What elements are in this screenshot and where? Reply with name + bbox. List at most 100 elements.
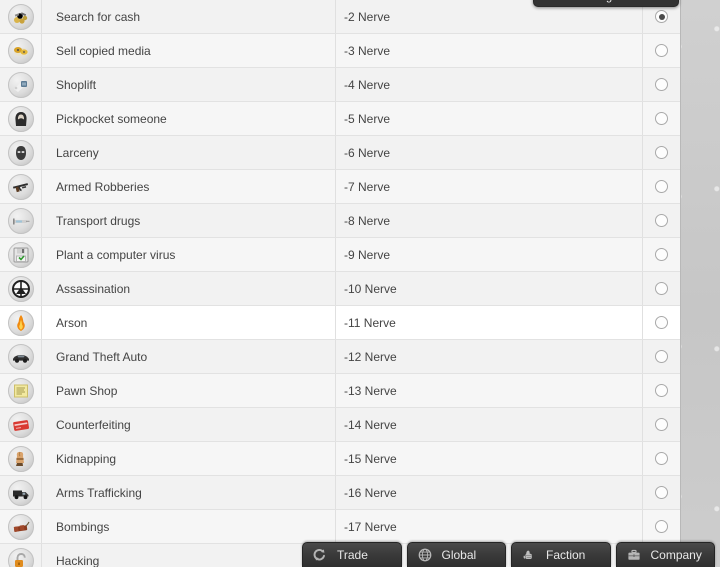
crime-radio-button[interactable] [655, 486, 668, 499]
table-row[interactable]: Pawn Shop -13 Nerve [0, 374, 680, 408]
crime-radio-button[interactable] [655, 78, 668, 91]
trade-arrows-icon [312, 547, 328, 563]
chat-tab-faction[interactable]: Faction [511, 542, 611, 567]
crime-icon-cell [0, 136, 42, 169]
flame-icon [7, 309, 34, 336]
crimes-list-panel: Search for cash -2 Nerve Sell copied media… [0, 0, 681, 567]
crime-nerve-cost: -13 Nerve [336, 374, 643, 407]
crime-select-cell[interactable] [643, 68, 680, 101]
crime-select-cell[interactable] [643, 442, 680, 475]
crime-name: Kidnapping [42, 442, 336, 475]
crime-nerve-cost: -9 Nerve [336, 238, 643, 271]
crime-select-cell[interactable] [643, 34, 680, 67]
globe-icon [417, 547, 433, 563]
sports-car-icon [7, 343, 34, 370]
table-row[interactable]: Larceny -6 Nerve [0, 136, 680, 170]
crime-select-cell[interactable] [643, 340, 680, 373]
crime-name: Assassination [42, 272, 336, 305]
crime-icon-cell [0, 476, 42, 509]
crime-nerve-cost: -14 Nerve [336, 408, 643, 441]
hooded-figure-icon [7, 105, 34, 132]
crime-nerve-cost: -8 Nerve [336, 204, 643, 237]
crime-nerve-cost: -12 Nerve [336, 340, 643, 373]
crime-name: Grand Theft Auto [42, 340, 336, 373]
crime-nerve-cost: -11 Nerve [336, 306, 643, 339]
crime-radio-button[interactable] [655, 10, 668, 23]
rifle-icon [7, 173, 34, 200]
crime-icon-cell [0, 374, 42, 407]
crime-select-cell[interactable] [643, 306, 680, 339]
table-row[interactable]: Plant a computer virus -9 Nerve [0, 238, 680, 272]
table-row[interactable]: Assassination -10 Nerve [0, 272, 680, 306]
crime-radio-button[interactable] [655, 248, 668, 261]
nerve-tooltip: Not enough Nerve [533, 0, 679, 7]
crime-nerve-cost: -10 Nerve [336, 272, 643, 305]
crime-name: Pickpocket someone [42, 102, 336, 135]
raised-fist-icon [521, 547, 537, 563]
ski-mask-icon [7, 139, 34, 166]
crime-radio-button[interactable] [655, 282, 668, 295]
note-paper-icon [7, 377, 34, 404]
shoplift-bag-icon [7, 71, 34, 98]
crime-radio-button[interactable] [655, 112, 668, 125]
crime-name: Hacking [42, 544, 336, 567]
table-row[interactable]: Grand Theft Auto -12 Nerve [0, 340, 680, 374]
chat-tab-global[interactable]: Global [406, 542, 506, 567]
table-row[interactable]: Arms Trafficking -16 Nerve [0, 476, 680, 510]
crime-select-cell[interactable] [643, 476, 680, 509]
crime-icon-cell [0, 102, 42, 135]
table-row[interactable]: Kidnapping -15 Nerve [0, 442, 680, 476]
crime-radio-button[interactable] [655, 350, 668, 363]
chat-tab-trade[interactable]: Trade [302, 542, 402, 567]
crime-select-cell[interactable] [643, 272, 680, 305]
crime-name: Arson [42, 306, 336, 339]
chat-tab-label: Global [441, 548, 477, 562]
table-row[interactable]: Counterfeiting -14 Nerve [0, 408, 680, 442]
crime-radio-button[interactable] [655, 520, 668, 533]
chat-tab-label: Faction [546, 548, 586, 562]
crime-radio-button[interactable] [655, 384, 668, 397]
briefcase-icon [626, 547, 642, 563]
crime-name: Plant a computer virus [42, 238, 336, 271]
crime-icon-cell [0, 0, 42, 33]
crime-select-cell[interactable] [643, 374, 680, 407]
crime-radio-button[interactable] [655, 146, 668, 159]
table-row[interactable]: Armed Robberies -7 Nerve [0, 170, 680, 204]
table-row[interactable]: Shoplift -4 Nerve [0, 68, 680, 102]
crime-radio-button[interactable] [655, 214, 668, 227]
table-row[interactable]: Sell copied media -3 Nerve [0, 34, 680, 68]
crime-radio-button[interactable] [655, 44, 668, 57]
crime-icon-cell [0, 272, 42, 305]
table-row[interactable]: Transport drugs -8 Nerve [0, 204, 680, 238]
crime-select-cell[interactable] [643, 102, 680, 135]
crime-name: Search for cash [42, 0, 336, 33]
crime-radio-button[interactable] [655, 316, 668, 329]
table-row[interactable]: Bombings -17 Nerve [0, 510, 680, 544]
crime-radio-button[interactable] [655, 452, 668, 465]
crime-icon-cell [0, 510, 42, 543]
crosshair-icon [7, 275, 34, 302]
crime-radio-button[interactable] [655, 418, 668, 431]
table-row[interactable]: Pickpocket someone -5 Nerve [0, 102, 680, 136]
floppy-disk-icon [7, 241, 34, 268]
crime-select-cell[interactable] [643, 510, 680, 543]
crime-select-cell[interactable] [643, 408, 680, 441]
crime-icon-cell [0, 238, 42, 271]
crime-select-cell[interactable] [643, 136, 680, 169]
table-row[interactable]: Arson -11 Nerve [0, 306, 680, 340]
crime-nerve-cost: -5 Nerve [336, 102, 643, 135]
chat-tab-label: Trade [337, 548, 368, 562]
chat-tab-company[interactable]: Company [615, 542, 715, 567]
crime-icon-cell [0, 170, 42, 203]
chat-tab-label: Company [650, 548, 702, 562]
crime-nerve-cost: -4 Nerve [336, 68, 643, 101]
syringe-icon [7, 207, 34, 234]
crime-select-cell[interactable] [643, 170, 680, 203]
crime-icon-cell [0, 306, 42, 339]
crime-select-cell[interactable] [643, 204, 680, 237]
crime-radio-button[interactable] [655, 180, 668, 193]
crime-name: Sell copied media [42, 34, 336, 67]
credit-card-icon [7, 411, 34, 438]
crime-select-cell[interactable] [643, 238, 680, 271]
crime-nerve-cost: -15 Nerve [336, 442, 643, 475]
